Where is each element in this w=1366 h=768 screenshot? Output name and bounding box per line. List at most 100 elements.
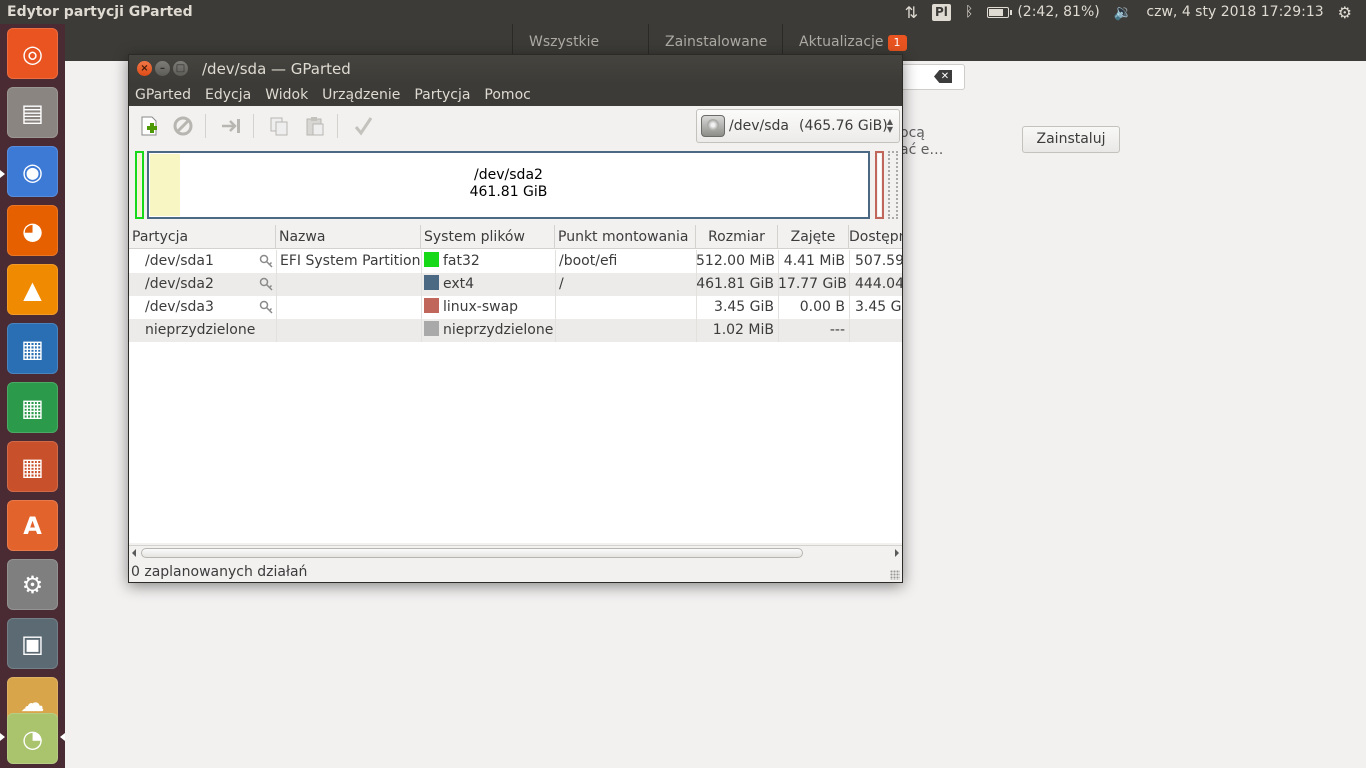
battery-indicator[interactable]: (2:42, 81%)	[987, 4, 1100, 20]
cell-name	[280, 296, 421, 319]
cell-free: 444.04 GiB	[855, 276, 902, 292]
scrollbar-thumb[interactable]	[141, 548, 803, 558]
partition-block-unallocated[interactable]	[888, 151, 898, 219]
clear-search-icon[interactable]: ✕	[934, 70, 952, 83]
running-app-indicator-icon	[0, 733, 5, 741]
cell-name: EFI System Partition	[280, 253, 421, 269]
delete-partition-button[interactable]	[171, 114, 195, 138]
harddisk-icon	[701, 115, 725, 137]
cell-used: 0.00 B	[799, 299, 845, 315]
paste-button[interactable]	[303, 114, 327, 138]
menu-urządzenie[interactable]: Urządzenie	[322, 87, 400, 103]
device-name: /dev/sda	[729, 118, 789, 134]
cell-filesystem: nieprzydzielone	[424, 319, 555, 342]
partition-block-sda3[interactable]	[875, 151, 884, 219]
cell-free: 3.45 GiB	[855, 299, 902, 315]
cell-partition: /dev/sda1	[145, 253, 214, 269]
clock[interactable]: czw, 4 sty 2018 17:29:13	[1146, 4, 1323, 20]
power-gear-icon[interactable]: ⚙	[1338, 3, 1352, 22]
tab-label: Aktualizacje	[799, 34, 884, 50]
cell-size: 1.02 MiB	[712, 322, 774, 338]
scroll-right-icon[interactable]	[895, 549, 899, 557]
table-header: Partycja Nazwa System plików Punkt montowan…	[129, 225, 902, 249]
active-app-title: Edytor partycji GParted	[7, 4, 193, 20]
cell-filesystem: ext4	[424, 273, 555, 296]
updown-arrows-icon: ▲ ▼	[886, 117, 893, 134]
software-center-search-field[interactable]: ✕	[900, 64, 965, 90]
partition-graphic: /dev/sda2 461.81 GiB	[129, 148, 902, 222]
menu-partycja[interactable]: Partycja	[414, 87, 470, 103]
scroll-left-icon[interactable]	[132, 549, 136, 557]
table-row[interactable]: /dev/sda2 ext4 / 461.81 GiB 17.77 GiB 444.04 …	[129, 273, 902, 296]
partition-graphic-name: /dev/sda2	[474, 167, 543, 183]
gparted-icon[interactable]: ◔	[7, 713, 58, 764]
table-row[interactable]: nieprzydzielone nieprzydzielone 1.02 MiB --…	[129, 319, 902, 342]
close-window-icon[interactable]: ×	[137, 61, 152, 76]
install-button[interactable]: Zainstaluj	[1022, 126, 1120, 153]
partition-table: Partycja Nazwa System plików Punkt montowan…	[129, 225, 902, 543]
bluetooth-icon[interactable]: ᛒ	[965, 4, 973, 20]
partition-block-sda1[interactable]	[135, 151, 144, 219]
cell-partition: /dev/sda2	[145, 276, 214, 292]
libreoffice-calc-icon[interactable]: ▦	[7, 382, 58, 433]
cell-size: 3.45 GiB	[714, 299, 774, 315]
chromium-icon[interactable]: ◉	[7, 146, 58, 197]
filesystem-color-swatch	[424, 298, 439, 313]
software-center-partial-text: ocą	[900, 125, 925, 141]
launcher: ◎ ▤ ◉ ◕ ▲ ▦ ▦ ▦ A ⚙ ▣ ☁ ◔	[0, 24, 65, 768]
column-header[interactable]: Punkt montowania	[555, 225, 696, 249]
new-partition-button[interactable]	[137, 114, 161, 138]
column-header[interactable]: Rozmiar	[696, 225, 778, 249]
copy-button[interactable]	[267, 114, 291, 138]
software-center-icon[interactable]: A	[7, 500, 58, 551]
volume-icon[interactable]: 🔉	[1114, 3, 1133, 21]
window-titlebar[interactable]: × – □ /dev/sda — GParted	[129, 55, 902, 84]
menu-edycja[interactable]: Edycja	[205, 87, 251, 103]
cell-name	[280, 319, 421, 342]
minimize-window-icon[interactable]: –	[155, 61, 170, 76]
key-lock-icon	[259, 254, 273, 268]
ubuntu-dash-icon[interactable]: ◎	[7, 28, 58, 79]
apply-button[interactable]	[351, 114, 375, 138]
libreoffice-impress-icon[interactable]: ▦	[7, 441, 58, 492]
column-header[interactable]: Dostępne	[849, 225, 902, 249]
cell-mountpoint	[559, 319, 696, 342]
filesystem-label: nieprzydzielone	[443, 322, 554, 338]
table-row[interactable]: /dev/sda3 linux-swap 3.45 GiB 0.00 B 3.45 Gi…	[129, 296, 902, 319]
software-center-partial-text: ać e…	[900, 142, 944, 158]
resize-grip-icon[interactable]	[890, 570, 900, 580]
column-header[interactable]: Nazwa	[276, 225, 421, 249]
files-icon[interactable]: ▤	[7, 87, 58, 138]
cell-used: ---	[829, 322, 845, 338]
resize-move-button[interactable]	[219, 114, 243, 138]
cell-partition: nieprzydzielone	[145, 322, 256, 338]
maximize-window-icon[interactable]: □	[173, 61, 188, 76]
device-selector[interactable]: /dev/sda (465.76 GiB) ▲ ▼	[696, 109, 900, 143]
menu-pomoc[interactable]: Pomoc	[484, 87, 530, 103]
network-icon[interactable]: ⇅	[905, 3, 918, 22]
system-settings-icon[interactable]: ⚙	[7, 559, 58, 610]
updates-count-badge: 1	[887, 35, 907, 51]
cell-free	[849, 319, 902, 342]
indicator-area: ⇅ Pl ᛒ (2:42, 81%) 🔉 czw, 4 sty 2018 17:…	[905, 0, 1352, 24]
filesystem-label: fat32	[443, 253, 480, 269]
column-header[interactable]: System plików	[421, 225, 555, 249]
column-header[interactable]: Partycja	[129, 225, 276, 249]
gparted-window: × – □ /dev/sda — GParted GParted Edycja Wi…	[128, 54, 903, 583]
menu-gparted[interactable]: GParted	[135, 87, 191, 103]
column-header[interactable]: Zajęte	[778, 225, 849, 249]
computer-icon[interactable]: ▣	[7, 618, 58, 669]
filesystem-color-swatch	[424, 275, 439, 290]
key-lock-icon	[259, 300, 273, 314]
keyboard-layout-indicator[interactable]: Pl	[932, 3, 951, 21]
table-row[interactable]: /dev/sda1 EFI System Partition fat32/boot/…	[129, 250, 902, 273]
menu-widok[interactable]: Widok	[265, 87, 308, 103]
vlc-icon[interactable]: ▲	[7, 264, 58, 315]
libreoffice-writer-icon[interactable]: ▦	[7, 323, 58, 374]
firefox-icon[interactable]: ◕	[7, 205, 58, 256]
horizontal-scrollbar[interactable]	[129, 545, 902, 559]
battery-text: (2:42, 81%)	[1017, 4, 1100, 20]
cell-free: 507.59 MiB	[855, 253, 902, 269]
cell-used: 4.41 MiB	[783, 253, 845, 269]
partition-block-sda2[interactable]: /dev/sda2 461.81 GiB	[147, 151, 870, 219]
